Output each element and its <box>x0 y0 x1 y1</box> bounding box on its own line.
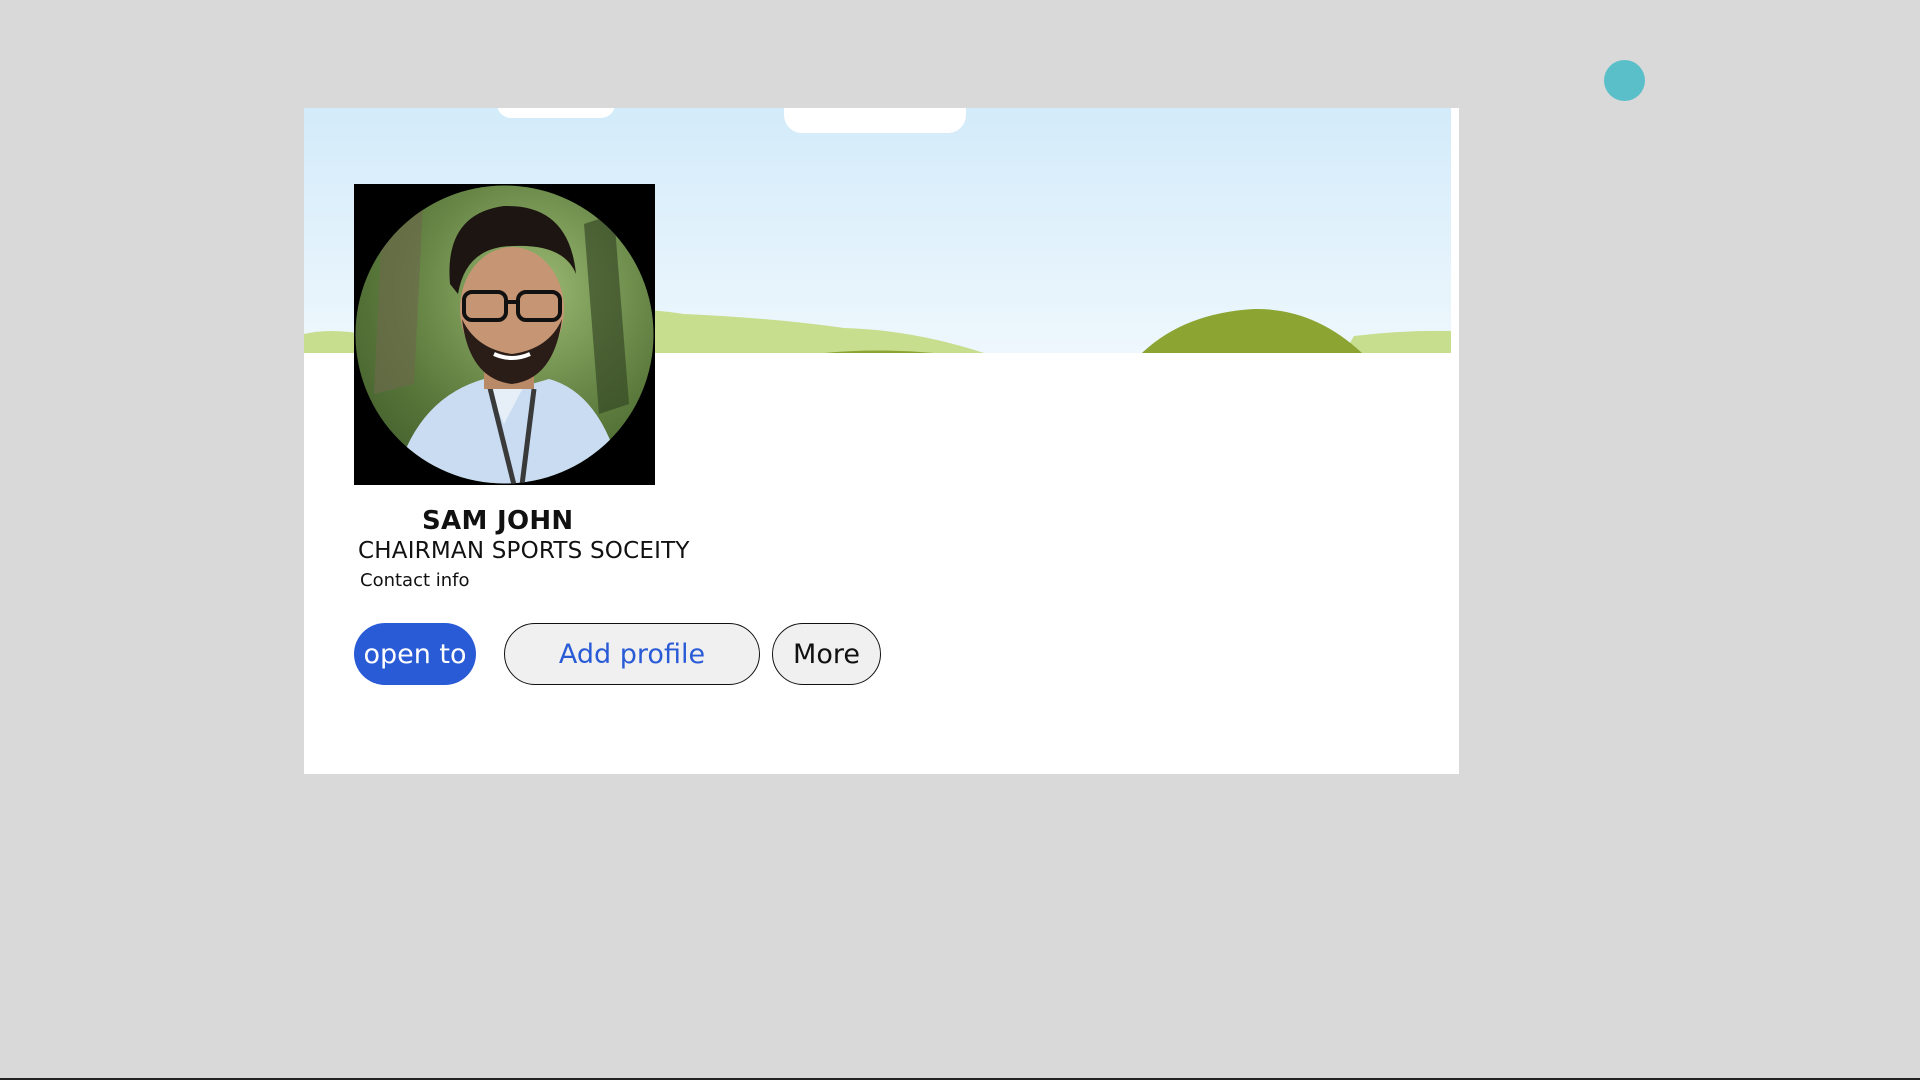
canvas: SAM JOHN CHAIRMAN SPORTS SOCEITY Contact… <box>0 0 1920 1080</box>
contact-info-link[interactable]: Contact info <box>360 570 470 591</box>
add-profile-button[interactable]: Add profile <box>504 623 760 685</box>
avatar[interactable] <box>354 184 655 485</box>
teal-dot-icon <box>1604 60 1645 101</box>
profile-card: SAM JOHN CHAIRMAN SPORTS SOCEITY Contact… <box>304 108 1459 774</box>
more-button[interactable]: More <box>772 623 881 685</box>
profile-name: SAM JOHN <box>422 506 574 536</box>
open-to-button[interactable]: open to <box>354 623 476 685</box>
profile-headline: CHAIRMAN SPORTS SOCEITY <box>358 538 690 564</box>
